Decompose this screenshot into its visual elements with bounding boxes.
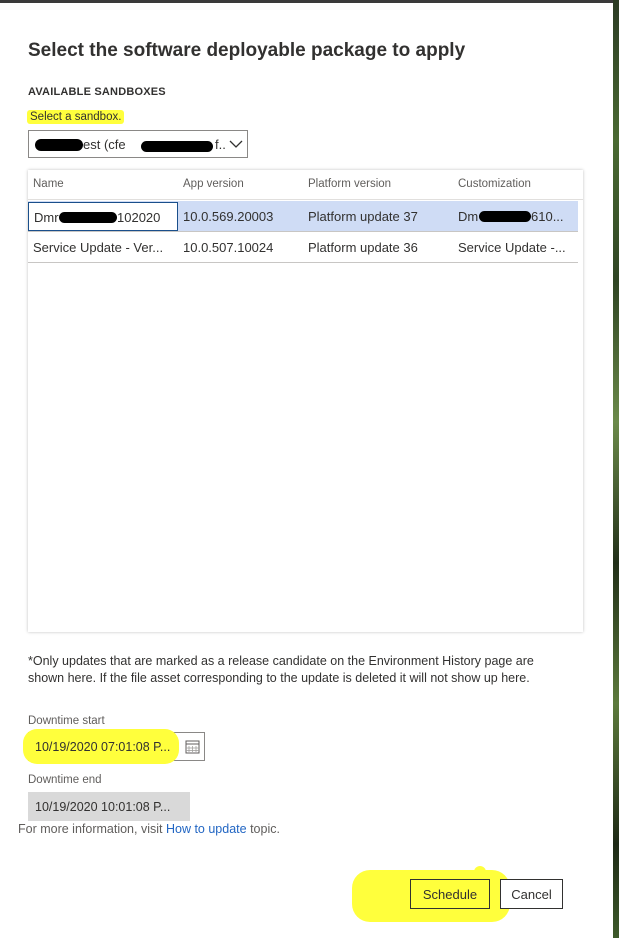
sandbox-select[interactable]: est (cfe f... [28, 130, 248, 158]
dialog-title: Select the software deployable package t… [28, 40, 466, 61]
highlight-mark [474, 866, 486, 878]
row-name: Service Update - Ver... [33, 240, 164, 255]
more-info-text: For more information, visit How to updat… [18, 822, 280, 836]
window-top-edge [0, 0, 613, 3]
downtime-end-label: Downtime end [28, 774, 102, 786]
how-to-update-link[interactable]: How to update [166, 822, 247, 836]
calendar-icon[interactable] [185, 739, 200, 759]
release-candidate-note: *Only updates that are marked as a relea… [28, 654, 534, 685]
cancel-button[interactable]: Cancel [500, 879, 563, 909]
redaction-mark [479, 211, 531, 222]
row-name: Dmr [34, 210, 59, 225]
row-app-version: 10.0.507.10024 [183, 240, 274, 255]
table-row[interactable]: Dmr 102020 10.0.569.20003 Platform updat… [28, 201, 578, 232]
redaction-mark [59, 212, 117, 223]
schedule-button[interactable]: Schedule [410, 879, 490, 909]
row-platform-version: Platform update 37 [308, 209, 418, 224]
column-header-platform-version[interactable]: Platform version [308, 178, 391, 190]
more-info-prefix: For more information, visit [18, 822, 163, 836]
sandbox-label: Select a sandbox. [27, 110, 125, 124]
sandbox-select-value: est (cfe f... [35, 137, 225, 152]
packages-grid: Name App version Platform version Custom… [28, 170, 583, 632]
downtime-start-value: 10/19/2020 07:01:08 P... [35, 740, 171, 754]
redaction-mark [141, 140, 213, 152]
column-header-name[interactable]: Name [33, 178, 64, 190]
row-customization: Dm [458, 209, 479, 224]
section-heading: AVAILABLE SANDBOXES [28, 86, 166, 98]
row-customization-tail: 610... [531, 209, 564, 224]
row-name-tail: 102020 [117, 210, 161, 225]
redaction-mark [35, 138, 83, 151]
row-customization: Service Update -... [458, 240, 566, 255]
row-app-version: 10.0.569.20003 [183, 209, 274, 224]
table-row[interactable]: Service Update - Ver... 10.0.507.10024 P… [28, 232, 578, 263]
column-header-app-version[interactable]: App version [183, 178, 244, 190]
downtime-start-input[interactable]: 10/19/2020 07:01:08 P... [23, 729, 205, 764]
grid-header: Name App version Platform version Custom… [28, 170, 583, 200]
more-info-suffix: topic. [250, 822, 280, 836]
column-header-customization[interactable]: Customization [458, 178, 531, 190]
chevron-down-icon [225, 131, 247, 157]
background-strip [613, 0, 619, 938]
sandbox-value-tail: f... [215, 136, 225, 152]
downtime-start-label: Downtime start [28, 715, 105, 727]
name-cell-focus[interactable]: Dmr 102020 [28, 202, 178, 231]
downtime-end-value: 10/19/2020 10:01:08 P... [35, 800, 171, 814]
downtime-end-input: 10/19/2020 10:01:08 P... [28, 792, 190, 821]
row-platform-version: Platform update 36 [308, 240, 418, 255]
